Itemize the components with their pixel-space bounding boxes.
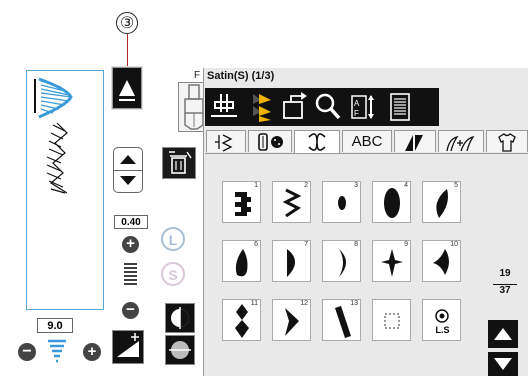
- stitch-cell[interactable]: [372, 299, 411, 341]
- length-value: 0.40: [114, 215, 148, 229]
- stitch-cell[interactable]: 1: [222, 181, 261, 223]
- tab-utility[interactable]: [206, 130, 246, 152]
- stitch-number: 3: [354, 182, 358, 189]
- stitch-cell[interactable]: 9: [372, 240, 411, 282]
- stitch-label: L.S: [435, 325, 450, 335]
- stitch-density-icon: [124, 262, 137, 288]
- stitch-cell[interactable]: 7: [272, 240, 311, 282]
- flip-icon: [169, 341, 191, 359]
- heirloom-stitch-icon: [446, 135, 475, 152]
- stitch-cell[interactable]: 13: [322, 299, 361, 341]
- elongation-l-button[interactable]: L: [161, 227, 185, 251]
- stitch-preview: [26, 70, 104, 310]
- utility-stitch-icon: [215, 134, 233, 152]
- stitch-number: 2: [304, 182, 308, 189]
- stitch-cell[interactable]: 10: [422, 240, 461, 282]
- search-button[interactable]: [311, 90, 345, 124]
- length-minus-button[interactable]: −: [122, 302, 139, 319]
- rocker-divider: [113, 170, 143, 171]
- page-up-button[interactable]: [488, 320, 518, 348]
- stitch-cell[interactable]: L.S: [422, 299, 461, 341]
- sort-az-icon: A F: [351, 95, 374, 119]
- page-current: 19: [499, 268, 511, 279]
- stitch-cell[interactable]: 11: [222, 299, 261, 341]
- tab-garment[interactable]: [486, 130, 528, 152]
- stitch-number: 13: [350, 300, 358, 307]
- list-view-icon: [390, 93, 410, 121]
- garment-icon: [498, 133, 516, 152]
- needle-up-down-button[interactable]: [112, 67, 142, 109]
- svg-text:F: F: [354, 109, 359, 118]
- ls-stitch-icon: [435, 309, 449, 323]
- stitch-cell[interactable]: 12: [272, 299, 311, 341]
- arrow-up-icon: [494, 328, 512, 340]
- stitch-number: 5: [454, 182, 458, 189]
- stitch-number: 6: [254, 241, 258, 248]
- tab-alphabet[interactable]: ABC: [342, 130, 392, 152]
- stitch-number: 1: [254, 182, 258, 189]
- width-plus-button[interactable]: +: [83, 343, 101, 361]
- preview-stitches: [34, 77, 73, 194]
- page-down-button[interactable]: [488, 352, 518, 376]
- page-total: 37: [493, 284, 517, 296]
- tab-underline: [205, 153, 528, 154]
- stitch-cell[interactable]: 5: [422, 181, 461, 223]
- callout-leader-line: [127, 34, 128, 66]
- arrow-down-icon: [494, 358, 512, 370]
- stitch-cell[interactable]: 3: [322, 181, 361, 223]
- list-view-button[interactable]: [383, 90, 417, 124]
- width-value: 9.0: [37, 318, 73, 333]
- mirror-icon: [171, 307, 189, 329]
- tab-buttonhole[interactable]: [248, 130, 292, 152]
- return-button[interactable]: [277, 90, 311, 124]
- flip-vertical-button[interactable]: [165, 335, 195, 365]
- panel-title: Satin(S) (1/3): [207, 70, 275, 82]
- trash-icon: [169, 151, 192, 174]
- empty-slot-icon: [384, 313, 400, 329]
- rocker-down-icon: [120, 176, 136, 185]
- color-stitch-button[interactable]: [243, 90, 277, 124]
- color-stitch-icon: [253, 94, 271, 122]
- elongation-s-button[interactable]: S: [161, 262, 185, 286]
- stitch-cell[interactable]: 2: [272, 181, 311, 223]
- search-icon: [315, 93, 341, 120]
- tension-button[interactable]: [112, 330, 144, 364]
- length-plus-button[interactable]: +: [122, 236, 139, 253]
- callout-number: ③: [116, 12, 138, 34]
- buttonhole-icon: [258, 133, 283, 151]
- svg-text:A: A: [354, 99, 360, 108]
- stitch-number: 4: [404, 182, 408, 189]
- stitch-cell[interactable]: 8: [322, 240, 361, 282]
- stitch-number: 7: [304, 241, 308, 248]
- rocker-up-icon: [120, 155, 136, 164]
- tab-heirloom[interactable]: [438, 130, 484, 152]
- mirror-image-button[interactable]: [165, 303, 195, 333]
- stitch-number: 8: [354, 241, 358, 248]
- stitch-width-icon: [46, 338, 68, 366]
- sort-button[interactable]: A F: [345, 90, 379, 124]
- decorative-stitch-icon: [308, 133, 326, 151]
- tab-quilt[interactable]: [394, 130, 436, 152]
- quilt-stitch-icon: [405, 135, 423, 151]
- stitch-number: 11: [250, 300, 258, 307]
- return-icon: [283, 92, 307, 119]
- width-minus-button[interactable]: −: [18, 343, 36, 361]
- stitch-cell[interactable]: 6: [222, 240, 261, 282]
- stitch-number: 9: [404, 241, 408, 248]
- delete-button[interactable]: [162, 147, 196, 179]
- foot-thread-icon: [211, 94, 237, 117]
- stitch-number: 12: [300, 300, 308, 307]
- tab-decorative[interactable]: [294, 130, 340, 154]
- stitch-number: 10: [450, 241, 458, 248]
- tension-icon: [117, 333, 139, 357]
- stitch-cell[interactable]: 4: [372, 181, 411, 223]
- thread-cutter-button[interactable]: [207, 90, 241, 124]
